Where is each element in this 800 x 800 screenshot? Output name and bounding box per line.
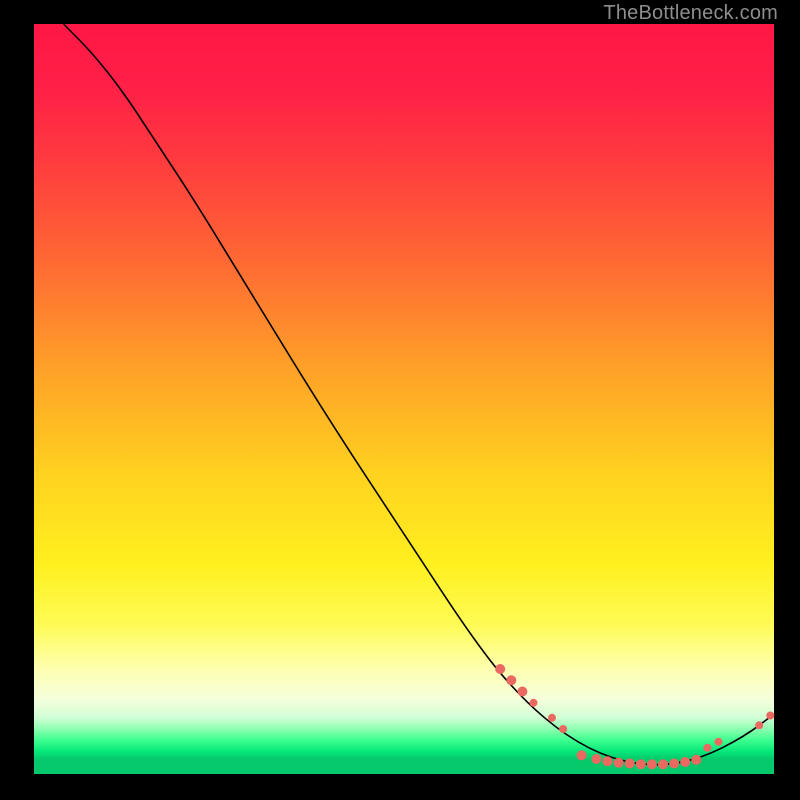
data-marker [625, 759, 635, 769]
data-marker [591, 754, 601, 764]
plot-area [34, 24, 774, 774]
data-marker [703, 744, 711, 752]
data-marker [506, 675, 516, 685]
data-marker [715, 738, 723, 746]
data-marker [614, 758, 624, 768]
chart-stage: TheBottleneck.com [0, 0, 800, 800]
data-marker [669, 759, 679, 769]
data-marker [548, 714, 556, 722]
data-marker [559, 725, 567, 733]
data-markers [495, 664, 774, 769]
data-marker [530, 699, 538, 707]
data-marker [577, 750, 587, 760]
data-marker [680, 757, 690, 767]
data-marker [766, 712, 774, 720]
bottleneck-curve [64, 24, 774, 765]
data-marker [636, 759, 646, 769]
data-marker [691, 755, 701, 765]
data-marker [658, 759, 668, 769]
data-marker [647, 759, 657, 769]
data-marker [603, 756, 613, 766]
data-marker [755, 721, 763, 729]
data-marker [517, 687, 527, 697]
watermark-text: TheBottleneck.com [603, 2, 778, 25]
data-marker [495, 664, 505, 674]
plot-svg [34, 24, 774, 774]
